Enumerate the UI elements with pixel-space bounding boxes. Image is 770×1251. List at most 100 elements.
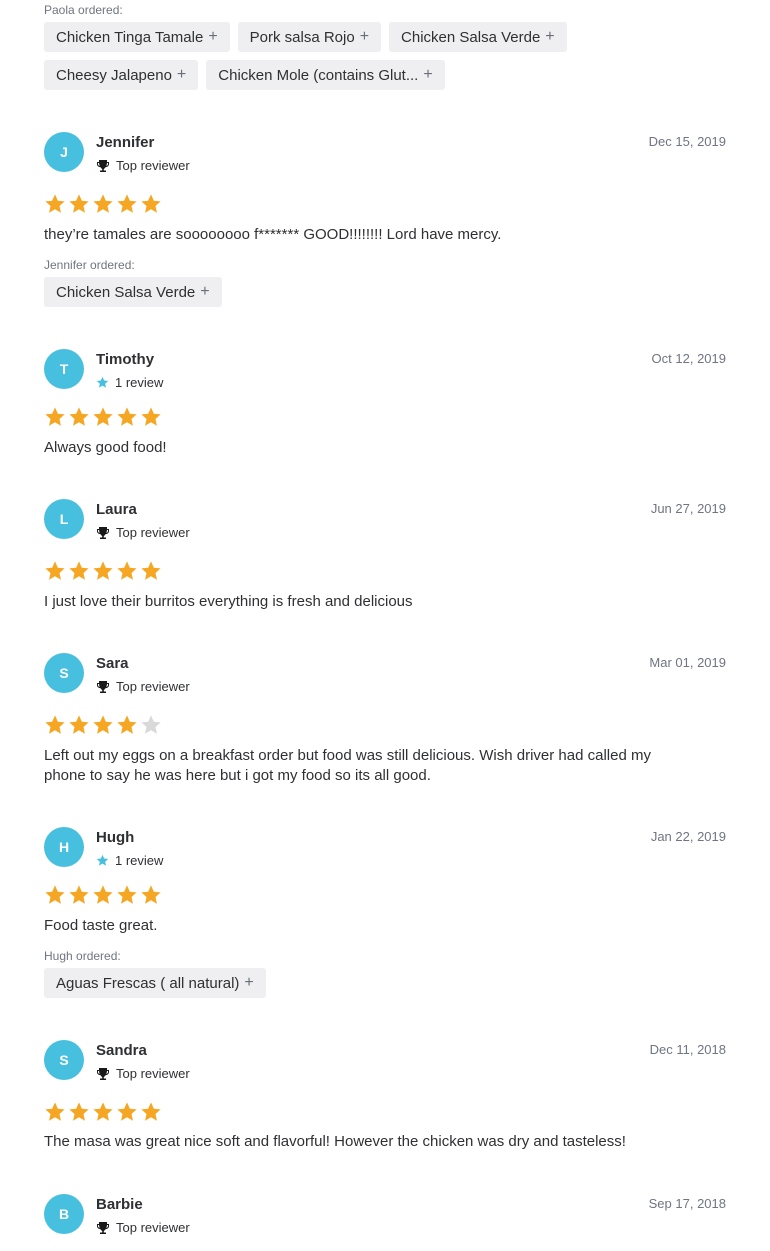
reviewer-badge: Top reviewer — [96, 679, 190, 694]
menu-item-chip[interactable]: Chicken Tinga Tamale + — [44, 22, 230, 52]
review-date: Dec 15, 2019 — [648, 134, 726, 149]
star-filled-icon — [44, 406, 66, 433]
badge-label: Top reviewer — [116, 679, 190, 694]
review-text: Always good food! — [44, 439, 167, 456]
ordered-label: Hugh ordered: — [44, 949, 121, 963]
star-filled-icon — [44, 560, 66, 587]
ordered-label: Jennifer ordered: — [44, 258, 135, 272]
star-filled-icon — [116, 714, 138, 741]
star-filled-icon — [140, 884, 162, 911]
trophy-icon — [96, 680, 110, 694]
star-filled-icon — [116, 1101, 138, 1128]
badge-label: Top reviewer — [116, 1066, 190, 1081]
reviewer-badge: 1 review — [96, 853, 163, 868]
plus-icon: + — [359, 28, 370, 45]
chip-label: Chicken Tinga Tamale — [56, 28, 204, 46]
badge-label: 1 review — [115, 853, 164, 868]
avatar: B — [44, 1194, 84, 1234]
reviewer-name[interactable]: Timothy — [96, 351, 154, 368]
star-filled-icon — [92, 884, 114, 911]
star-rating — [44, 714, 162, 741]
review-date: Sep 17, 2018 — [648, 1196, 726, 1211]
trophy-icon — [96, 526, 110, 540]
star-icon — [96, 854, 109, 867]
star-filled-icon — [44, 714, 66, 741]
review-date: Jan 22, 2019 — [650, 829, 726, 844]
star-filled-icon — [92, 406, 114, 433]
plus-icon: + — [545, 28, 555, 45]
avatar: J — [44, 132, 84, 172]
star-filled-icon — [116, 406, 138, 433]
ordered-items: Aguas Frescas ( all natural) + — [44, 968, 266, 998]
chip-label: Cheesy Jalapeno — [56, 66, 172, 84]
review-date: Mar 01, 2019 — [649, 655, 726, 670]
star-filled-icon — [140, 1101, 162, 1128]
badge-label: Top reviewer — [116, 158, 190, 173]
reviewer-name[interactable]: Sandra — [96, 1042, 147, 1059]
reviewer-badge: Top reviewer — [96, 1066, 190, 1081]
avatar: S — [44, 1040, 84, 1080]
star-filled-icon — [68, 193, 90, 220]
star-filled-icon — [68, 884, 90, 911]
paola-items-row-2: Cheesy Jalapeno + Chicken Mole (contains … — [44, 60, 445, 90]
star-rating — [44, 406, 162, 433]
star-filled-icon — [68, 714, 90, 741]
plus-icon: + — [208, 28, 218, 45]
star-filled-icon — [140, 406, 162, 433]
reviewer-name[interactable]: Laura — [96, 501, 137, 518]
star-filled-icon — [68, 406, 90, 433]
star-filled-icon — [44, 193, 66, 220]
trophy-icon — [96, 159, 110, 173]
review-date: Jun 27, 2019 — [650, 501, 726, 516]
menu-item-chip[interactable]: Cheesy Jalapeno + — [44, 60, 199, 90]
star-rating — [44, 560, 162, 587]
avatar: L — [44, 499, 84, 539]
star-filled-icon — [92, 714, 114, 741]
trophy-icon — [96, 1067, 110, 1081]
star-filled-icon — [44, 1101, 66, 1128]
star-empty-icon — [140, 714, 162, 741]
reviewer-badge: Top reviewer — [96, 1220, 190, 1235]
menu-item-chip[interactable]: Chicken Salsa Verde + — [389, 22, 567, 52]
chip-label: Chicken Mole (contains Glut... — [218, 66, 419, 84]
avatar: T — [44, 349, 84, 389]
avatar: H — [44, 827, 84, 867]
ordered-items: Chicken Salsa Verde + — [44, 277, 222, 307]
reviewer-name[interactable]: Jennifer — [96, 134, 154, 151]
review-date: Oct 12, 2019 — [651, 351, 726, 366]
star-filled-icon — [116, 193, 138, 220]
chip-label: Chicken Salsa Verde — [56, 283, 196, 301]
reviewer-badge: Top reviewer — [96, 158, 190, 173]
menu-item-chip[interactable]: Pork salsa Rojo + — [237, 22, 382, 52]
menu-item-chip[interactable]: Chicken Mole (contains Glut... + — [206, 60, 445, 90]
badge-label: Top reviewer — [116, 525, 190, 540]
star-icon — [96, 376, 109, 389]
trophy-icon — [96, 1221, 110, 1235]
plus-icon: + — [244, 974, 254, 991]
badge-label: 1 review — [115, 375, 164, 390]
reviewer-name[interactable]: Hugh — [96, 829, 134, 846]
chip-label: Aguas Frescas ( all natural) — [56, 974, 240, 992]
plus-icon: + — [176, 66, 187, 83]
review-text: I just love their burritos everything is… — [44, 593, 413, 610]
star-filled-icon — [116, 884, 138, 911]
plus-icon: + — [423, 66, 433, 83]
plus-icon: + — [200, 283, 210, 300]
review-date: Dec 11, 2018 — [649, 1042, 726, 1057]
reviewer-badge: Top reviewer — [96, 525, 190, 540]
chip-label: Pork salsa Rojo — [249, 28, 355, 46]
star-rating — [44, 884, 162, 911]
avatar: S — [44, 653, 84, 693]
reviewer-name[interactable]: Barbie — [96, 1196, 143, 1213]
star-filled-icon — [92, 1101, 114, 1128]
menu-item-chip[interactable]: Chicken Salsa Verde + — [44, 277, 222, 307]
star-filled-icon — [68, 1101, 90, 1128]
review-text: Food taste great. — [44, 917, 158, 934]
review-text: The masa was great nice soft and flavorf… — [44, 1133, 626, 1150]
star-filled-icon — [140, 193, 162, 220]
star-filled-icon — [140, 560, 162, 587]
reviewer-name[interactable]: Sara — [96, 655, 129, 672]
menu-item-chip[interactable]: Aguas Frescas ( all natural) + — [44, 968, 266, 998]
star-filled-icon — [92, 560, 114, 587]
star-filled-icon — [44, 884, 66, 911]
